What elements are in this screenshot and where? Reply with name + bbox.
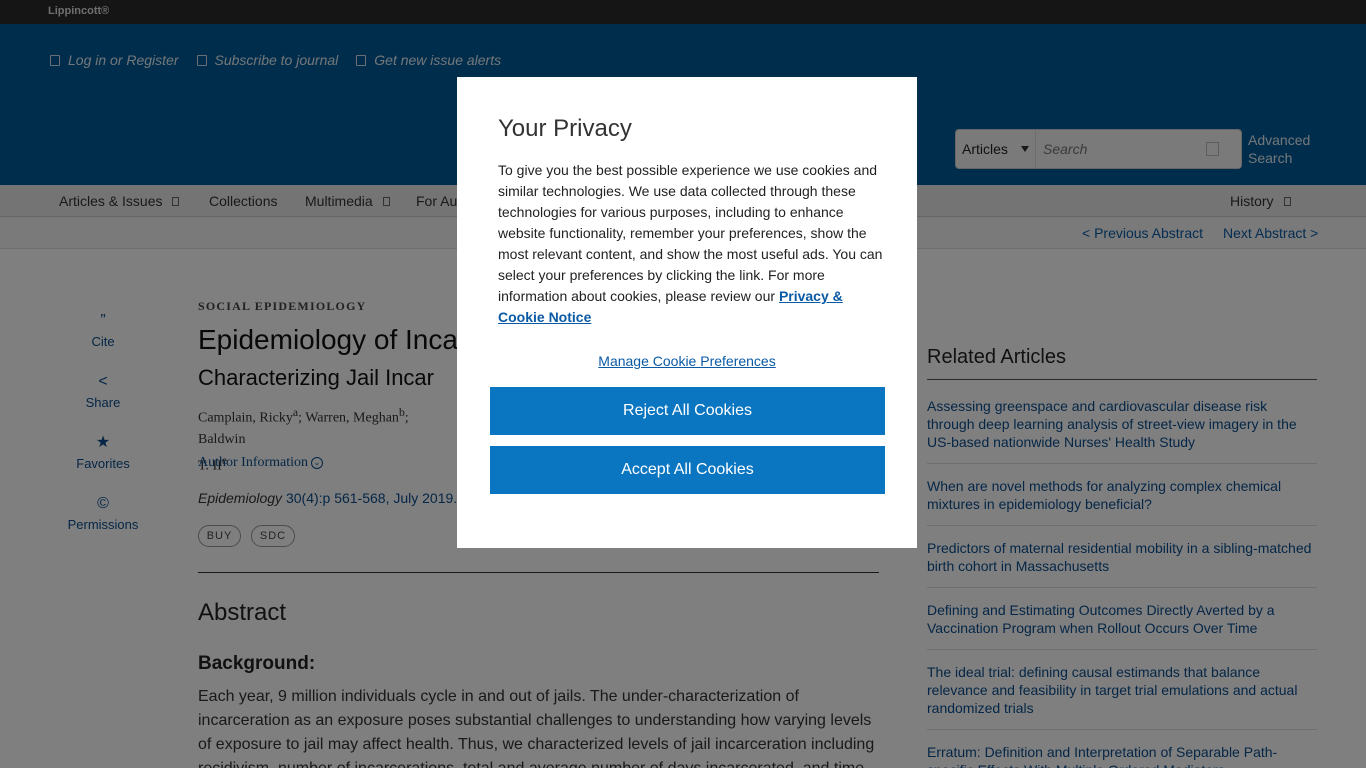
privacy-description-text: To give you the best possible experience… [498,162,883,304]
privacy-dialog: Your Privacy To give you the best possib… [457,77,917,548]
privacy-description: To give you the best possible experience… [498,160,883,328]
accept-all-cookies-button[interactable]: Accept All Cookies [490,446,885,494]
privacy-dialog-title: Your Privacy [498,115,632,142]
reject-all-cookies-button[interactable]: Reject All Cookies [490,387,885,435]
manage-cookie-preferences-link[interactable]: Manage Cookie Preferences [457,353,917,369]
